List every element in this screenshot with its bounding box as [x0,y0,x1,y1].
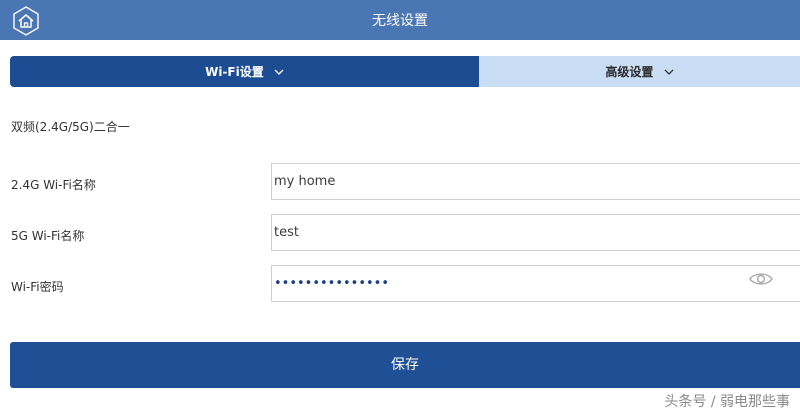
save-button[interactable]: 保存 [10,342,800,388]
wifi-password-input[interactable]: ••••••••••••••• [271,265,800,302]
eye-icon [749,273,773,285]
band-mode-label: 双频(2.4G/5G)二合一 [11,120,130,134]
tab-wifi-settings[interactable]: Wi-Fi设置 [10,56,479,87]
watermark: 头条号 / 弱电那些事 [664,394,790,410]
ssid-24g-label: 2.4G Wi-Fi名称 [11,178,96,192]
tab-advanced-settings[interactable]: 高级设置 [479,56,800,87]
tab-advanced-settings-label: 高级设置 [605,65,654,79]
wifi-password-label: Wi-Fi密码 [11,280,64,294]
ssid-24g-input[interactable]: my home [271,163,800,200]
page-title: 无线设置 [372,13,428,29]
chevron-down-icon [274,69,284,75]
header-bar: 无线设置 [0,0,800,40]
show-password-toggle[interactable] [749,271,773,287]
settings-tabs: Wi-Fi设置 高级设置 [10,56,800,87]
tab-wifi-settings-label: Wi-Fi设置 [205,65,264,79]
chevron-down-icon [664,69,674,75]
wireless-settings-page: 无线设置 Wi-Fi设置 高级设置 双频(2.4G/5G)二合一 2.4G Wi… [0,0,800,413]
ssid-5g-input[interactable]: test [271,214,800,251]
ssid-5g-label: 5G Wi-Fi名称 [11,229,85,243]
